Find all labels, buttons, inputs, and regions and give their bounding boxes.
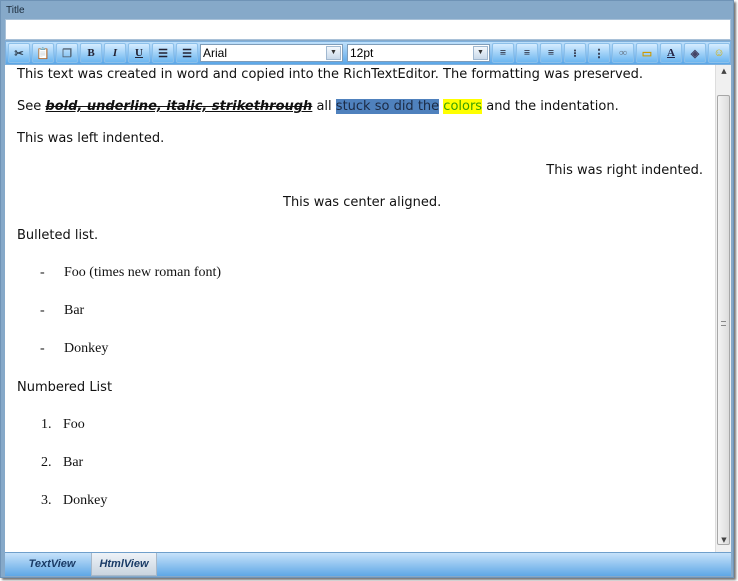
bulleted-heading: Bulleted list. xyxy=(17,228,99,243)
number-marker: 3. xyxy=(41,493,52,508)
cut-button[interactable]: ✂ xyxy=(8,43,30,63)
font-color-icon: A xyxy=(667,47,675,59)
scroll-up-icon[interactable]: ▲ xyxy=(716,67,732,81)
list-item: 3. Donkey xyxy=(41,493,107,509)
paragraph-left: This was left indented. xyxy=(17,131,165,146)
align-right-icon: ≡ xyxy=(547,47,555,59)
title-label: Title xyxy=(6,5,25,16)
yellow-highlight-text: colors xyxy=(443,99,483,114)
font-select[interactable]: Arial ▼ xyxy=(200,44,343,62)
list-text: Donkey xyxy=(63,493,108,508)
copy-icon: ❐ xyxy=(62,47,72,60)
link-icon: ∞ xyxy=(619,47,627,59)
bullet-marker: - xyxy=(40,265,45,280)
copy-button[interactable]: ❐ xyxy=(56,43,78,63)
paragraph-right: This was right indented. xyxy=(546,163,703,178)
indent-button[interactable]: ☰ xyxy=(176,43,198,63)
tab-htmlview[interactable]: HtmlView xyxy=(91,553,157,576)
align-right-button[interactable]: ≡ xyxy=(540,43,562,63)
highlight-button[interactable]: ◈ xyxy=(684,43,706,63)
scrollbar-thumb[interactable] xyxy=(717,95,730,545)
paste-button[interactable]: 📋 xyxy=(32,43,54,63)
tab-textview[interactable]: TextView xyxy=(13,553,91,576)
numbered-list-icon: ⋮ xyxy=(593,47,605,60)
align-center-button[interactable]: ≡ xyxy=(516,43,538,63)
align-left-icon: ≡ xyxy=(499,47,507,59)
clipboard-icon: 📋 xyxy=(36,47,50,60)
vertical-scrollbar[interactable]: ▲ ▼ xyxy=(715,65,731,552)
bullet-marker: - xyxy=(40,341,45,356)
insert-image-button[interactable]: ▭ xyxy=(636,43,658,63)
outdent-icon: ☰ xyxy=(158,47,168,60)
text: See xyxy=(17,99,46,114)
bold-button[interactable]: B xyxy=(80,43,102,63)
list-item: 2. Bar xyxy=(41,455,83,471)
align-center-icon: ≡ xyxy=(523,47,531,59)
list-text: Donkey xyxy=(64,341,109,356)
size-value: 12pt xyxy=(350,46,374,60)
scissors-icon: ✂ xyxy=(14,47,24,60)
view-tabs: TextView HtmlView xyxy=(5,552,731,576)
align-left-button[interactable]: ≡ xyxy=(492,43,514,63)
text: and the indentation. xyxy=(482,99,619,114)
outdent-button[interactable]: ☰ xyxy=(152,43,174,63)
grip-icon xyxy=(721,321,726,326)
indent-icon: ☰ xyxy=(182,47,192,60)
smiley-icon: ☺ xyxy=(713,47,725,59)
underline-button[interactable]: U xyxy=(128,43,150,63)
paragraph-formatting: See bold, underline, italic, strikethrou… xyxy=(17,99,619,114)
number-marker: 1. xyxy=(41,417,52,432)
chevron-down-icon[interactable]: ▼ xyxy=(473,46,488,60)
font-color-button[interactable]: A xyxy=(660,43,682,63)
image-icon: ▭ xyxy=(641,47,653,60)
title-input[interactable] xyxy=(5,19,731,40)
italic-button[interactable]: I xyxy=(104,43,126,63)
chevron-down-icon[interactable]: ▼ xyxy=(326,46,341,60)
number-marker: 2. xyxy=(41,455,52,470)
size-select[interactable]: 12pt ▼ xyxy=(347,44,490,62)
list-item: - Donkey xyxy=(40,341,108,357)
toolbar: ✂ 📋 ❐ B I U ☰ ☰ Arial ▼ 12pt ▼ ≡ ≡ ≡ ⁝ ⋮ ∞… xyxy=(5,41,731,65)
paragraph: This text was created in word and copied… xyxy=(17,67,644,82)
list-item: - Bar xyxy=(40,303,84,319)
scroll-down-icon[interactable]: ▼ xyxy=(716,536,732,550)
blue-highlight-text: stuck so did the xyxy=(335,99,440,114)
list-text: Bar xyxy=(64,303,85,318)
list-text: Bar xyxy=(63,455,84,470)
bulleted-list-button[interactable]: ⁝ xyxy=(564,43,586,63)
list-text: Foo (times new roman font) xyxy=(64,265,222,280)
emoticon-button[interactable]: ☺ xyxy=(708,43,730,63)
text: all xyxy=(312,99,336,114)
formatted-text: bold, underline, italic, strikethrough xyxy=(45,99,313,114)
paragraph-center: This was center aligned. xyxy=(283,195,442,210)
bulleted-list-icon: ⁝ xyxy=(573,47,577,60)
numbered-list-button[interactable]: ⋮ xyxy=(588,43,610,63)
paint-bucket-icon: ◈ xyxy=(690,47,700,60)
font-value: Arial xyxy=(203,46,228,60)
list-item: 1. Foo xyxy=(41,417,85,433)
link-button[interactable]: ∞ xyxy=(612,43,634,63)
list-item: - Foo (times new roman font) xyxy=(40,265,221,281)
bullet-marker: - xyxy=(40,303,45,318)
editor-content[interactable]: This text was created in word and copied… xyxy=(5,65,715,552)
list-text: Foo xyxy=(63,417,85,432)
numbered-heading: Numbered List xyxy=(17,380,113,395)
editor-window: Title ✂ 📋 ❐ B I U ☰ ☰ Arial ▼ 12pt ▼ ≡ ≡ ≡… xyxy=(0,0,734,578)
